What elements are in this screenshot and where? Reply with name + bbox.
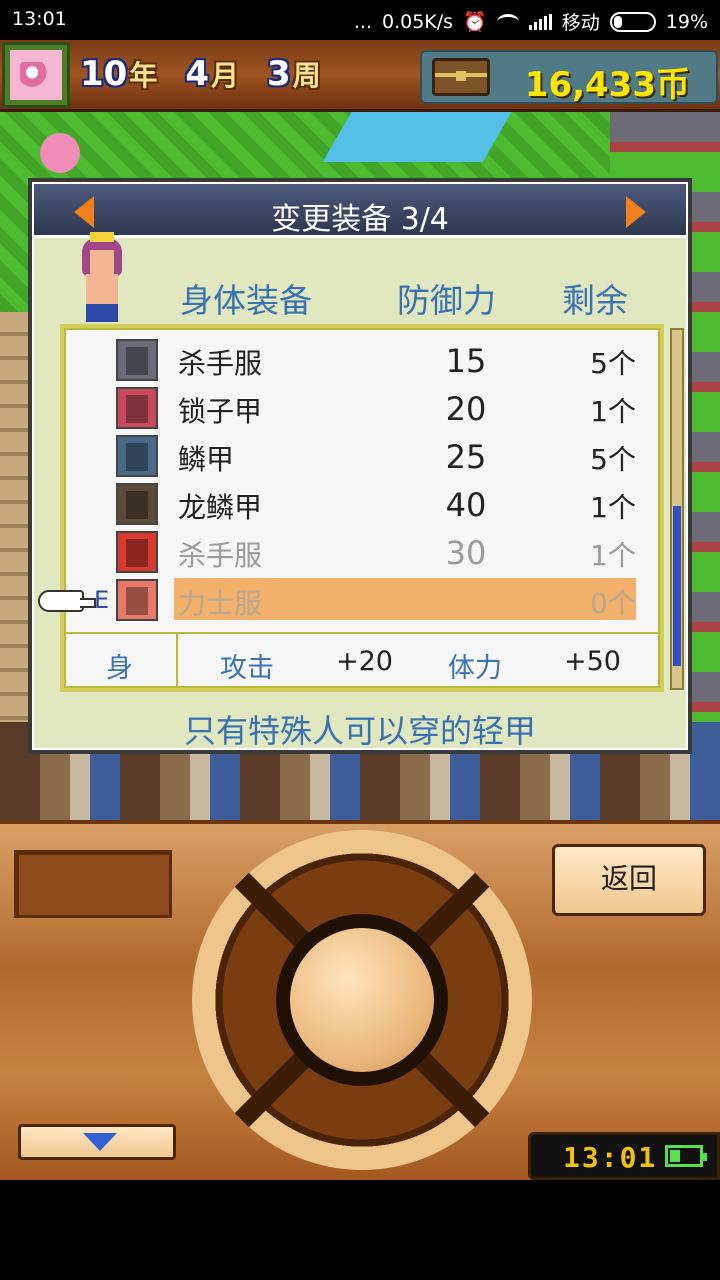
equipped-marker: E [94, 586, 110, 614]
dialog-titlebar: 变更装备 3/4 [34, 184, 686, 238]
year-number: 10 [80, 54, 128, 94]
game-clock: 13:01 [563, 1141, 658, 1174]
item-stats-bar: 身 攻击 +20 体力 +50 [66, 632, 658, 688]
dialog-title: 变更装备 3/4 [271, 202, 449, 237]
item-defense: 40 [445, 486, 487, 524]
confirm-button[interactable] [290, 928, 434, 1072]
carrier-name: 移动 [561, 12, 600, 34]
item-name: 龙鳞甲 [178, 491, 263, 524]
armor-thumbnail-icon [116, 435, 158, 477]
item-name: 鳞甲 [178, 443, 235, 476]
treasure-chest-icon [432, 58, 490, 96]
character-sprite [76, 232, 132, 322]
equipment-row[interactable]: 杀手服 30 1个 [66, 528, 658, 574]
wifi-icon [496, 13, 519, 30]
controller-screen [14, 850, 172, 918]
menu-toggle-button[interactable] [18, 1124, 176, 1160]
column-header-remaining: 剩余 [562, 281, 628, 320]
status-time: 13:01 [12, 8, 67, 30]
stats-divider [176, 634, 178, 688]
clock-panel: 13:01 [528, 1132, 720, 1180]
equipment-list: 杀手服 15 5个 锁子甲 20 1个 鳞甲 25 5个 龙鳞甲 40 1个 杀… [64, 328, 660, 688]
week-unit: 周 [292, 59, 321, 92]
attack-value: +20 [336, 646, 393, 677]
armor-thumbnail-icon [116, 387, 158, 429]
item-defense: 20 [445, 390, 487, 428]
stamina-value: +50 [564, 646, 621, 677]
game-date: 10 年 4 月 3 周 [80, 52, 349, 96]
scrollbar-thumb[interactable] [673, 506, 681, 666]
game-header: 10 年 4 月 3 周 16,433币 [0, 40, 720, 112]
item-name: 杀手服 [178, 539, 263, 572]
item-defense: 30 [445, 534, 487, 572]
item-defense: 25 [445, 438, 487, 476]
dpad-center-ring [276, 914, 448, 1086]
attack-label: 攻击 [220, 653, 274, 684]
equipment-dialog: 变更装备 3/4 身体装备 防御力 剩余 杀手服 15 5个 锁子甲 20 1个 [28, 178, 692, 754]
river [322, 112, 518, 162]
money-amount: 16,433币 [524, 65, 690, 105]
cherry-tree [30, 128, 90, 178]
item-quantity: 1个 [590, 491, 636, 524]
signal-icon [528, 13, 552, 30]
pointing-hand-cursor-icon [38, 590, 96, 612]
week-number: 3 [267, 54, 291, 94]
armor-thumbnail-icon [116, 339, 158, 381]
status-right: ... 0.05K/s ⏰ 移动 19% [354, 8, 708, 35]
item-defense: 15 [445, 342, 487, 380]
item-name: 力士服 [178, 587, 263, 620]
item-quantity: 0个 [590, 587, 636, 620]
portrait-image [10, 50, 62, 100]
chevron-down-icon [83, 1133, 117, 1151]
equipment-row-selected[interactable]: E 力士服 0个 [66, 576, 658, 622]
column-header-defense: 防御力 [397, 281, 496, 320]
stamina-label: 体力 [448, 653, 502, 684]
year-unit: 年 [129, 59, 158, 92]
back-button[interactable]: 返回 [552, 844, 706, 916]
item-name: 锁子甲 [178, 395, 263, 428]
armor-thumbnail-icon [116, 579, 158, 621]
character-face [90, 250, 114, 274]
armor-thumbnail-icon [116, 531, 158, 573]
net-speed: 0.05K/s [382, 10, 454, 33]
armor-thumbnail-icon [116, 483, 158, 525]
alarm-icon: ⏰ [463, 11, 487, 33]
month-number: 4 [185, 54, 210, 94]
item-quantity: 1个 [590, 395, 636, 428]
list-scrollbar[interactable] [670, 328, 684, 690]
virtual-controller: 返回 13:01 [0, 820, 720, 1180]
equipment-list-frame: 杀手服 15 5个 锁子甲 20 1个 鳞甲 25 5个 龙鳞甲 40 1个 杀… [60, 324, 664, 692]
equipment-row[interactable]: 鳞甲 25 5个 [66, 432, 658, 478]
battery-icon [609, 11, 656, 32]
dpad[interactable] [192, 830, 532, 1170]
battery-percent: 19% [665, 10, 708, 33]
item-description: 只有特殊人可以穿的轻甲 [183, 712, 536, 750]
column-header-name: 身体装备 [180, 281, 312, 320]
status-bar: 13:01 ... 0.05K/s ⏰ 移动 19% [0, 0, 720, 40]
character-crown [90, 232, 114, 242]
equip-slot-label: 身 [106, 653, 133, 684]
month-unit: 月 [211, 59, 240, 92]
item-quantity: 5个 [590, 443, 636, 476]
item-quantity: 5个 [590, 347, 636, 380]
character-legs [86, 304, 118, 322]
item-name: 杀手服 [178, 347, 263, 380]
item-quantity: 1个 [590, 539, 636, 572]
next-page-arrow-icon[interactable] [626, 196, 646, 228]
equipment-row[interactable]: 杀手服 15 5个 [66, 336, 658, 382]
character-body [86, 274, 118, 304]
equipment-row[interactable]: 龙鳞甲 40 1个 [66, 480, 658, 526]
equipment-row[interactable]: 锁子甲 20 1个 [66, 384, 658, 430]
battery-icon [665, 1145, 707, 1167]
more-dots: ... [353, 10, 372, 33]
advisor-portrait[interactable] [2, 42, 70, 108]
money-panel: 16,433币 [420, 50, 718, 105]
